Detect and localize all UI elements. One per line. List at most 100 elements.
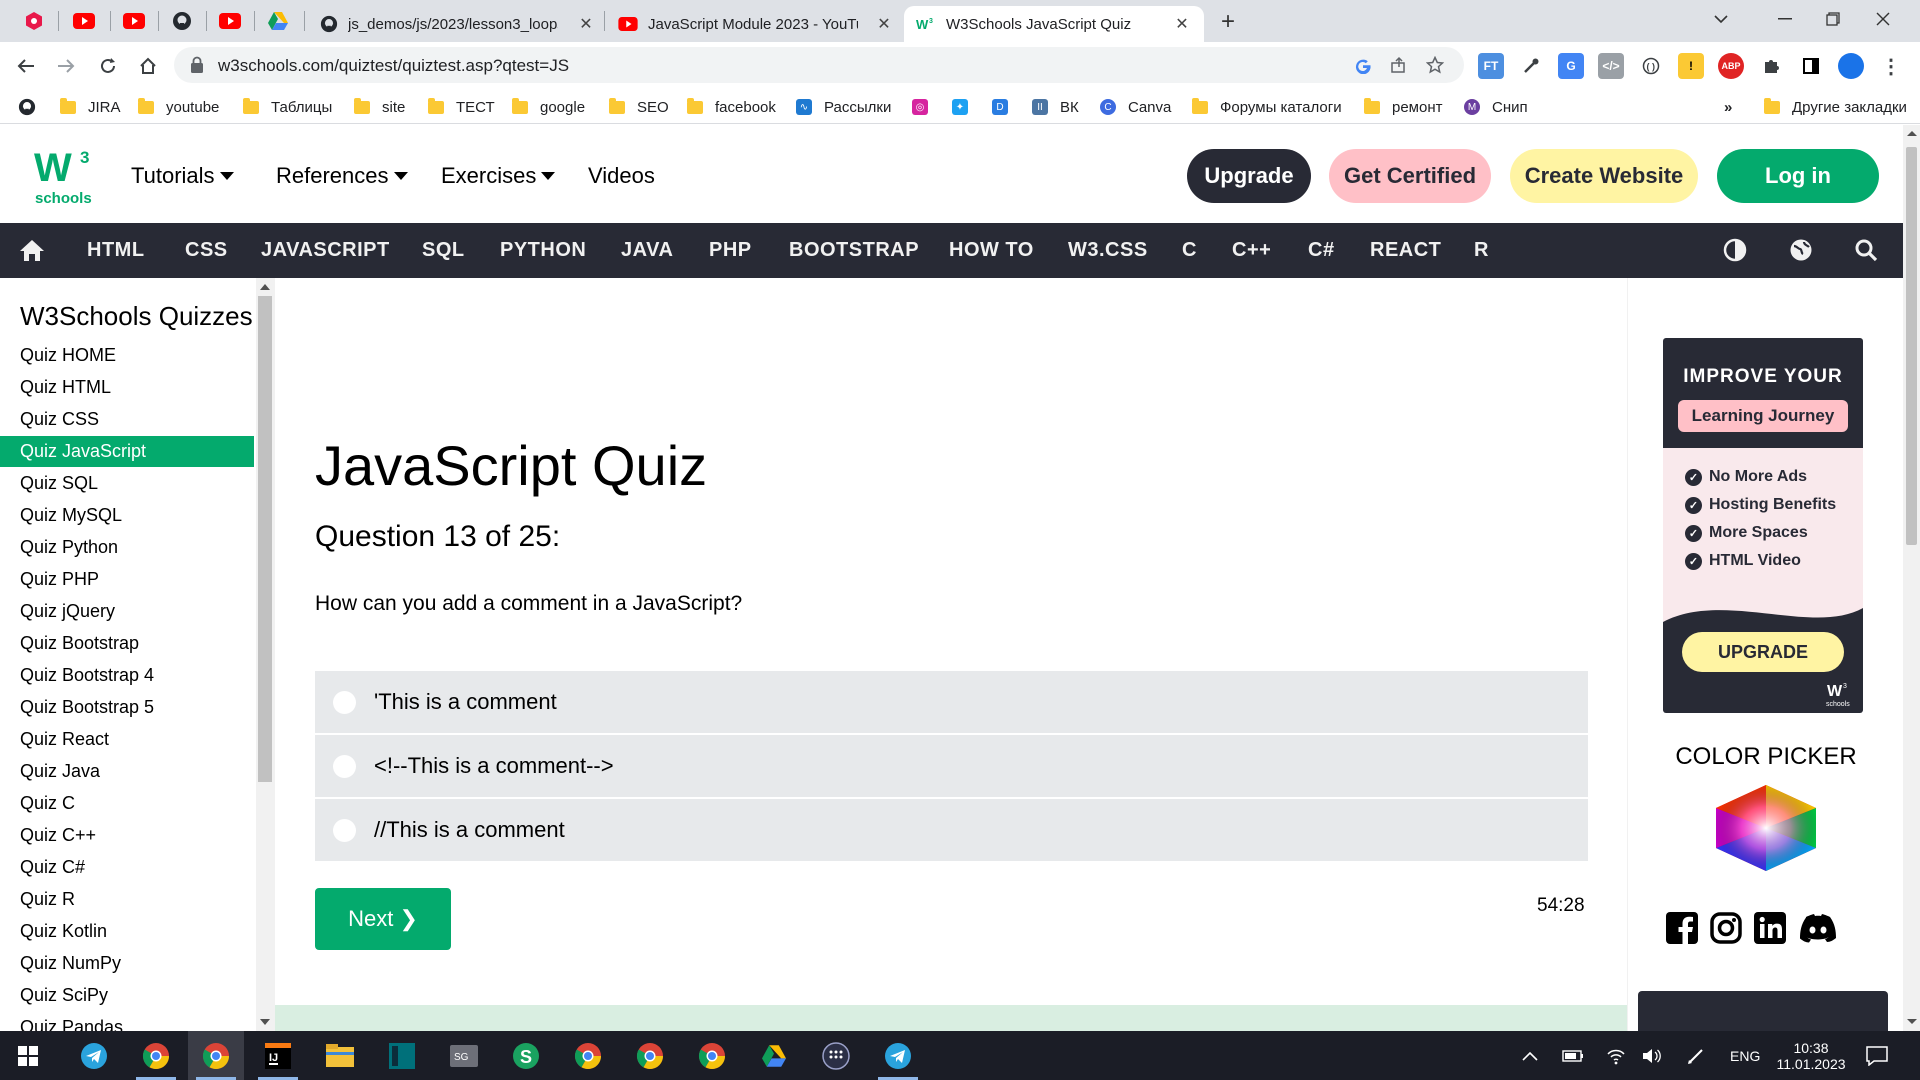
sidebar-item-quiz-c[interactable]: Quiz C xyxy=(0,788,254,819)
facebook-icon[interactable] xyxy=(1665,911,1699,945)
extension-circle-icon[interactable]: ( ) xyxy=(1638,53,1664,79)
close-window-button[interactable] xyxy=(1858,0,1908,38)
wifi-icon[interactable] xyxy=(1606,1031,1626,1080)
contrast-icon[interactable] xyxy=(1720,235,1750,265)
sidebar-scrollbar[interactable] xyxy=(256,278,274,1031)
topnav-sql[interactable]: SQL xyxy=(422,223,465,278)
create-website-button[interactable]: Create Website xyxy=(1510,149,1698,203)
answer-option[interactable]: <!--This is a comment--> xyxy=(315,735,1588,797)
topnav-html[interactable]: HTML xyxy=(87,223,145,278)
sidebar-item-quiz-scipy[interactable]: Quiz SciPy xyxy=(0,980,254,1011)
bookmark-snip[interactable]: M Снип xyxy=(1464,96,1528,118)
answer-option[interactable]: 'This is a comment xyxy=(315,671,1588,733)
globe-icon[interactable] xyxy=(1786,235,1816,265)
radio-button[interactable] xyxy=(333,690,356,714)
eyedropper-icon[interactable] xyxy=(1518,53,1544,79)
bookmark-github[interactable] xyxy=(18,96,36,118)
bookmark-folder-jira[interactable]: JIRA xyxy=(60,96,121,118)
sidebar-item-quiz-mysql[interactable]: Quiz MySQL xyxy=(0,500,254,531)
close-tab-icon[interactable]: ✕ xyxy=(874,14,894,34)
page-scrollbar[interactable] xyxy=(1903,125,1920,1031)
tray-chevron-up-icon[interactable] xyxy=(1522,1031,1538,1080)
pinned-tab-drive[interactable] xyxy=(256,6,300,36)
extension-ft-icon[interactable]: FT xyxy=(1478,53,1504,79)
sidebar-item-quiz-css[interactable]: Quiz CSS xyxy=(0,404,254,435)
upgrade-button[interactable]: Upgrade xyxy=(1187,149,1311,203)
topnav-php[interactable]: PHP xyxy=(709,223,752,278)
home-icon[interactable] xyxy=(17,235,47,265)
minimize-button[interactable] xyxy=(1760,0,1810,38)
sidebar-item-quiz-react[interactable]: Quiz React xyxy=(0,724,254,755)
sidebar-item-quiz-html[interactable]: Quiz HTML xyxy=(0,372,254,403)
topnav-how-to[interactable]: HOW TO xyxy=(949,223,1034,278)
bookmark-folder-forums[interactable]: Форумы каталоги xyxy=(1192,96,1342,118)
pinned-tab-youtube-2[interactable] xyxy=(112,6,156,36)
sidebar-item-quiz-c[interactable]: Quiz C++ xyxy=(0,820,254,851)
sidebar-item-quiz-pandas[interactable]: Quiz Pandas xyxy=(0,1012,254,1031)
sidebar-item-quiz-numpy[interactable]: Quiz NumPy xyxy=(0,948,254,979)
sidebar-item-quiz-bootstrap-4[interactable]: Quiz Bootstrap 4 xyxy=(0,660,254,691)
bookmark-twitter[interactable]: ✦ xyxy=(952,96,968,118)
bookmark-star-icon[interactable] xyxy=(1422,53,1448,77)
bookmark-folder-test[interactable]: ТЕСТ xyxy=(428,96,495,118)
sidebar-item-quiz-bootstrap-5[interactable]: Quiz Bootstrap 5 xyxy=(0,692,254,723)
tab-w3schools-quiz[interactable]: W3 W3Schools JavaScript Quiz ✕ xyxy=(904,6,1204,42)
instagram-icon[interactable] xyxy=(1709,911,1743,945)
google-icon[interactable] xyxy=(1350,53,1376,77)
kebab-menu-icon[interactable]: ⋮ xyxy=(1878,53,1904,79)
bookmark-canva[interactable]: C Canva xyxy=(1100,96,1171,118)
taskbar-app-teal[interactable] xyxy=(374,1031,430,1080)
scroll-down-arrow-icon[interactable] xyxy=(260,1019,270,1025)
answer-option[interactable]: //This is a comment xyxy=(315,799,1588,861)
login-button[interactable]: Log in xyxy=(1717,149,1879,203)
radio-button[interactable] xyxy=(333,818,356,842)
radio-button[interactable] xyxy=(333,754,356,778)
notifications-icon[interactable] xyxy=(1866,1031,1888,1080)
taskbar-app-grey[interactable]: SG xyxy=(436,1031,492,1080)
forward-button[interactable] xyxy=(50,50,82,82)
page-scroll-thumb[interactable] xyxy=(1906,147,1917,545)
translate-icon[interactable]: G xyxy=(1558,53,1584,79)
sidebar-item-quiz-javascript[interactable]: Quiz JavaScript xyxy=(0,436,254,467)
bookmark-folder-facebook[interactable]: facebook xyxy=(687,96,776,118)
bookmark-folder-repair[interactable]: ремонт xyxy=(1364,96,1443,118)
adblock-icon[interactable]: ABP xyxy=(1718,53,1744,79)
start-button[interactable] xyxy=(0,1031,56,1080)
volume-icon[interactable] xyxy=(1642,1031,1662,1080)
dev-tools-icon[interactable]: </> xyxy=(1598,53,1624,79)
videos-link[interactable]: Videos xyxy=(588,163,655,189)
bookmark-folder-google[interactable]: google xyxy=(512,96,585,118)
taskbar-chrome-4[interactable] xyxy=(622,1031,678,1080)
scroll-up-arrow-icon[interactable] xyxy=(260,284,270,290)
topnav-css[interactable]: CSS xyxy=(185,223,228,278)
extension-note-icon[interactable]: ! xyxy=(1678,53,1704,79)
taskbar-telegram[interactable] xyxy=(66,1031,122,1080)
pen-icon[interactable] xyxy=(1686,1031,1706,1080)
linkedin-icon[interactable] xyxy=(1753,911,1787,945)
topnav-python[interactable]: PYTHON xyxy=(500,223,586,278)
bookmarks-overflow-button[interactable]: » xyxy=(1724,96,1732,118)
sidebar-item-quiz-jquery[interactable]: Quiz jQuery xyxy=(0,596,254,627)
bookmark-folder-youtube[interactable]: youtube xyxy=(138,96,219,118)
scroll-down-arrow-icon[interactable] xyxy=(1907,1019,1917,1024)
taskbar-chrome-5[interactable] xyxy=(684,1031,740,1080)
get-certified-button[interactable]: Get Certified xyxy=(1329,149,1491,203)
clock[interactable]: 10:38 11.01.2023 xyxy=(1776,1031,1846,1080)
topnav-cpp[interactable]: C++ xyxy=(1232,223,1271,278)
topnav-javascript[interactable]: JAVASCRIPT xyxy=(261,223,390,278)
bookmark-folder-tables[interactable]: Таблицы xyxy=(243,96,332,118)
taskbar-intellij[interactable]: IJ xyxy=(250,1031,306,1080)
references-menu[interactable]: References xyxy=(276,163,408,189)
close-tab-icon[interactable]: ✕ xyxy=(1172,14,1192,34)
tab-github-repo[interactable]: js_demos/js/2023/lesson3_loops ✕ xyxy=(308,6,608,42)
tab-search-button[interactable] xyxy=(1696,0,1746,38)
url-text[interactable]: w3schools.com/quiztest/quiztest.asp?qtes… xyxy=(218,56,569,76)
taskbar-chrome-1[interactable] xyxy=(128,1031,184,1080)
extensions-puzzle-icon[interactable] xyxy=(1758,53,1784,79)
tab-youtube-video[interactable]: JavaScript Module 2023 - YouTub ✕ xyxy=(606,6,906,42)
exercises-menu[interactable]: Exercises xyxy=(441,163,556,189)
bookmark-site-blue[interactable]: D xyxy=(992,96,1008,118)
profile-avatar-icon[interactable] xyxy=(1838,53,1864,79)
bookmark-other-bookmarks[interactable]: Другие закладки xyxy=(1764,96,1907,118)
topnav-csharp[interactable]: C# xyxy=(1308,223,1335,278)
